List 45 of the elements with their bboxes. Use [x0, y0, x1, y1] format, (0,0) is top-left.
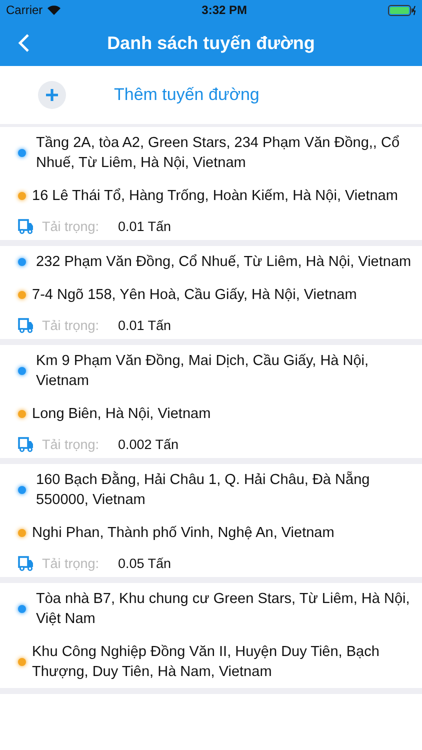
origin-dot — [18, 258, 26, 266]
route-card[interactable]: 160 Bạch Đằng, Hải Châu 1, Q. Hải Châu, Đà Nẵng 550000, Vietnam Nghi Phan, Thành phố Vinh, Nghệ An, Vietnam Tải trọng: 0.05 Tấn — [0, 464, 422, 583]
origin-address: Tầng 2A, tòa A2, Green Stars, 234 Phạm Văn Đồng,, Cổ Nhuế, Từ Liêm, Hà Nội, Vietnam — [36, 134, 401, 173]
destination-dot — [18, 410, 26, 418]
load-value: 0.01 Tấn — [118, 318, 172, 333]
truck-icon — [18, 556, 34, 571]
carrier-label: Carrier — [6, 3, 43, 17]
origin-address: Km 9 Phạm Văn Đồng, Mai Dịch, Cầu Giấy, Hà Nội, Vietnam — [36, 352, 370, 391]
status-time: 3:32 PM — [202, 3, 248, 17]
origin-address: 160 Bạch Đằng, Hải Châu 1, Q. Hải Châu, Đà Nẵng 550000, Vietnam — [36, 470, 371, 510]
route-card[interactable]: Tòa nhà B7, Khu chung cư Green Stars, Từ Liêm, Hà Nội, Việt Nam Khu Công Nghiệp Đồng Văn II, Huyện Duy Tiên, Bạch Thượng, Duy Tiên, Hà Nam, Vietnam — [0, 583, 422, 694]
destination-address: 16 Lê Thái Tổ, Hàng Trống, Hoàn Kiếm, Hà Nội, Vietnam — [32, 187, 398, 206]
destination-address: Long Biên, Hà Nội, Vietnam — [32, 405, 211, 424]
load-label: Tải trọng: — [42, 318, 100, 333]
destination-address: Nghi Phan, Thành phố Vinh, Nghệ An, Vietnam — [32, 524, 334, 543]
origin-dot — [18, 149, 26, 157]
load-label: Tải trọng: — [42, 219, 100, 234]
origin-address: 232 Phạm Văn Đồng, Cổ Nhuế, Từ Liêm, Hà Nội, Vietnam — [36, 253, 412, 272]
add-button[interactable] — [38, 81, 66, 109]
load-value: 0.05 Tấn — [118, 556, 172, 571]
nav-title: Danh sách tuyến đường — [106, 32, 316, 54]
route-card[interactable]: Km 9 Phạm Văn Đồng, Mai Dịch, Cầu Giấy, Hà Nội, Vietnam Long Biên, Hà Nội, Vietnam Tải trọng: 0.002 Tấn — [0, 345, 422, 464]
destination-dot — [18, 658, 26, 666]
origin-dot — [18, 486, 26, 494]
truck-icon — [18, 318, 34, 333]
origin-dot — [18, 367, 26, 375]
destination-address: Khu Công Nghiệp Đồng Văn II, Huyện Duy Tiên, Bạch Thượng, Duy Tiên, Hà Nam, Vietnam — [32, 643, 380, 682]
wifi-icon — [46, 5, 61, 15]
back-icon — [18, 33, 30, 53]
battery-icon — [388, 4, 416, 16]
truck-icon — [18, 437, 34, 452]
destination-address: 7-4 Ngõ 158, Yên Hoà, Cầu Giấy, Hà Nội, Vietnam — [32, 286, 357, 305]
destination-dot — [18, 192, 26, 200]
load-label: Tải trọng: — [42, 437, 100, 452]
truck-icon — [18, 219, 34, 234]
destination-dot — [18, 291, 26, 299]
load-value: 0.01 Tấn — [118, 219, 172, 234]
load-label: Tải trọng: — [42, 556, 100, 571]
origin-dot — [18, 605, 26, 613]
destination-dot — [18, 529, 26, 537]
load-value: 0.002 Tấn — [118, 437, 179, 452]
plus-icon — [45, 88, 59, 102]
route-card[interactable]: Tầng 2A, tòa A2, Green Stars, 234 Phạm Văn Đồng,, Cổ Nhuế, Từ Liêm, Hà Nội, Vietnam 16 Lê Thái Tổ, Hàng Trống, Hoàn Kiếm, Hà Nội, Vietnam Tải trọng: 0.01 Tấn — [0, 127, 422, 246]
route-card[interactable]: 232 Phạm Văn Đồng, Cổ Nhuế, Từ Liêm, Hà Nội, Vietnam 7-4 Ngõ 158, Yên Hoà, Cầu Giấy, Hà Nội, Vietnam Tải trọng: 0.01 Tấn — [0, 246, 422, 345]
origin-address: Tòa nhà B7, Khu chung cư Green Stars, Từ Liêm, Hà Nội, Việt Nam — [36, 590, 411, 629]
